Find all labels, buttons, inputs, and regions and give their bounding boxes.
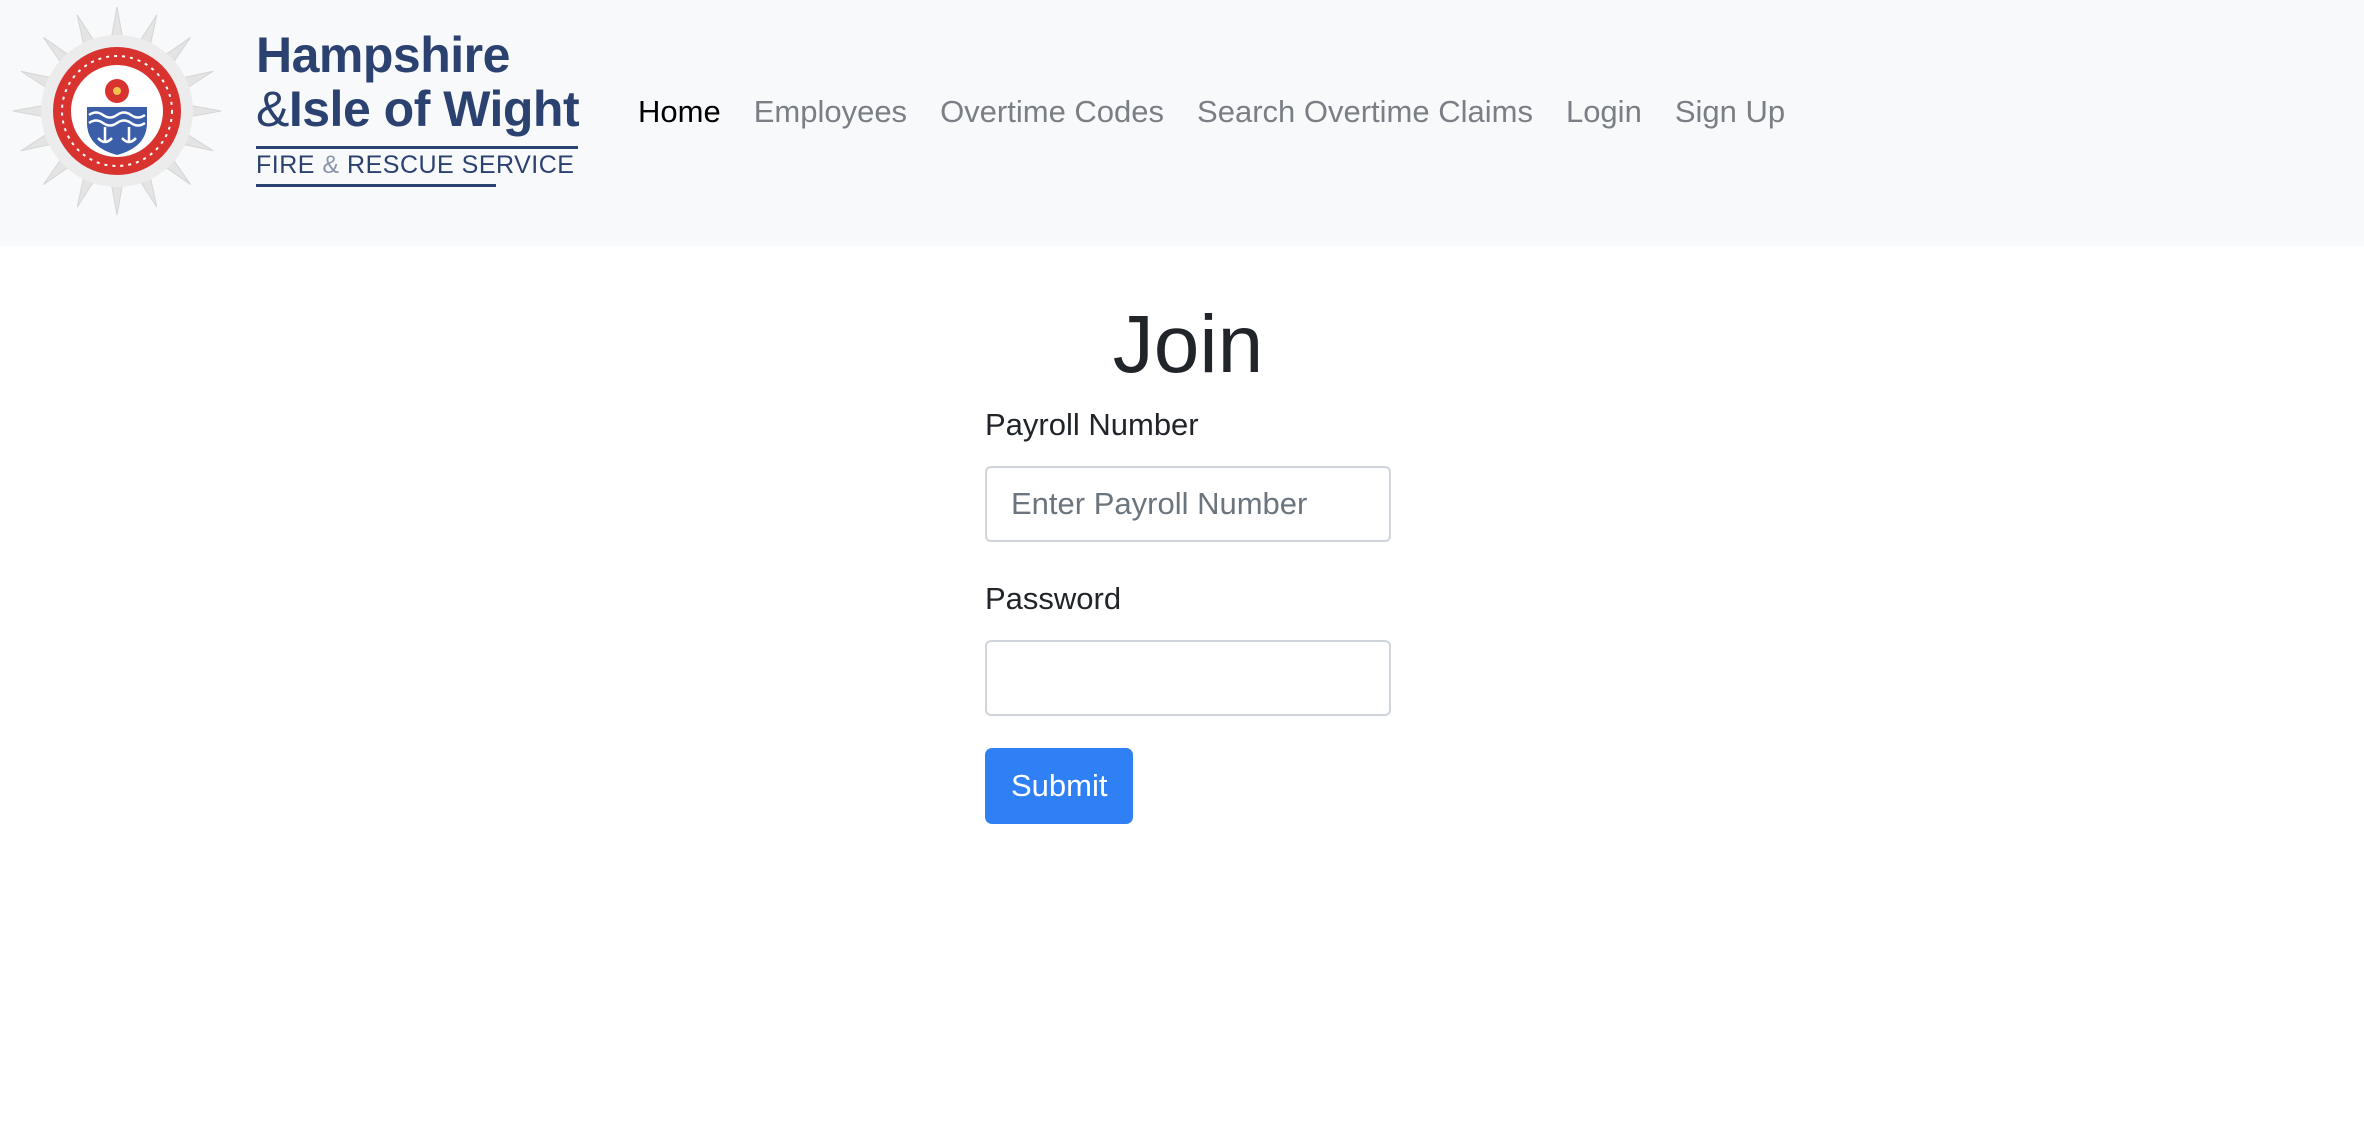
join-form: Payroll Number Password Submit — [985, 404, 1391, 824]
password-label: Password — [985, 581, 1122, 616]
brand-ampersand-small: & — [322, 151, 340, 179]
payroll-number-input[interactable] — [985, 466, 1391, 542]
payroll-number-label: Payroll Number — [985, 407, 1199, 442]
fire-rescue-crest-logo — [12, 6, 222, 216]
brand-underline — [256, 184, 496, 187]
join-form-container: Join Payroll Number Password Submit — [985, 290, 1391, 824]
submit-button[interactable]: Submit — [985, 748, 1134, 824]
brand-isle-of-wight-text: Isle of Wight — [288, 81, 580, 137]
brand-fire-text: FIRE — [256, 151, 315, 179]
nav-link-login[interactable]: Login — [1566, 94, 1642, 130]
brand-line-hampshire: Hampshire — [256, 27, 510, 83]
top-navbar: Hampshire &Isle of Wight FIRE & RESCUE S… — [0, 0, 2364, 246]
main-nav: Home Employees Overtime Codes Search Ove… — [638, 88, 1818, 136]
brand-logo-link[interactable]: Hampshire &Isle of Wight FIRE & RESCUE S… — [8, 4, 580, 218]
nav-link-overtime-codes[interactable]: Overtime Codes — [940, 94, 1164, 130]
brand-wordmark: Hampshire &Isle of Wight FIRE & RESCUE S… — [256, 27, 586, 187]
nav-link-sign-up[interactable]: Sign Up — [1675, 94, 1785, 130]
brand-divider — [256, 146, 578, 149]
password-input[interactable] — [985, 640, 1391, 716]
brand-ampersand: & — [256, 81, 289, 137]
brand-rescue-text: RESCUE SERVICE — [347, 151, 575, 179]
brand-line-isle-of-wight: &Isle of Wight — [256, 82, 586, 136]
brand-line-fire-rescue: FIRE & RESCUE SERVICE — [256, 150, 574, 180]
nav-link-employees[interactable]: Employees — [754, 94, 907, 130]
page-title: Join — [1112, 299, 1264, 390]
nav-link-home[interactable]: Home — [638, 94, 721, 130]
nav-link-search-overtime-claims[interactable]: Search Overtime Claims — [1197, 94, 1533, 130]
